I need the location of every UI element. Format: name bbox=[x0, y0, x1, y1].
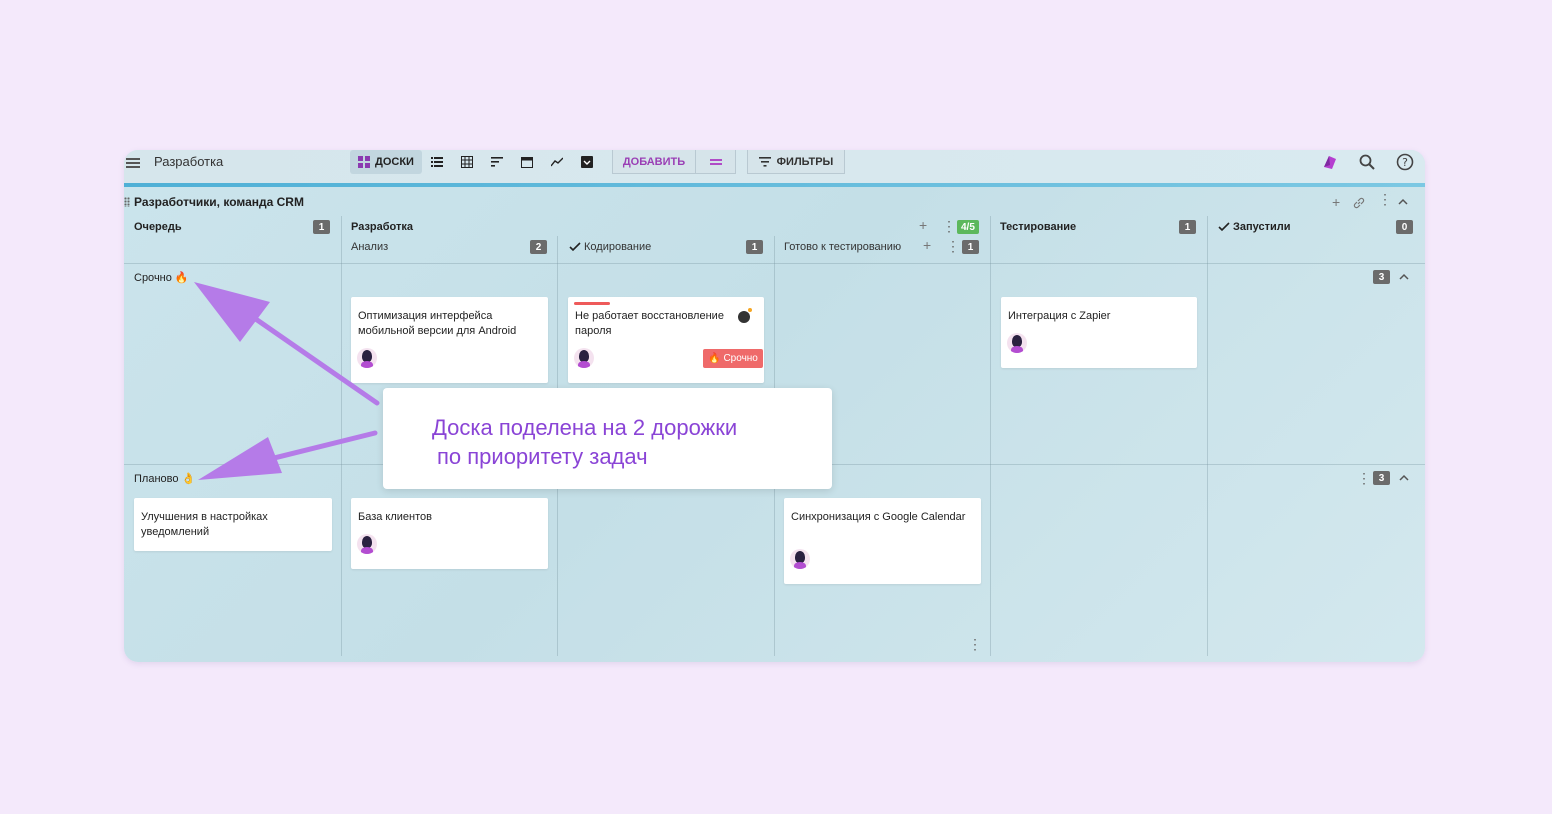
column-title-development: Разработка bbox=[351, 221, 413, 233]
help-icon[interactable]: ? bbox=[1396, 153, 1414, 171]
list-icon bbox=[430, 157, 443, 167]
task-card[interactable]: База клиентов bbox=[351, 498, 548, 569]
ok-hand-icon: 👌 bbox=[181, 473, 196, 485]
task-card[interactable]: Улучшения в настройках уведомлений bbox=[134, 498, 332, 551]
column-count-queue: 1 bbox=[313, 220, 330, 234]
avatar[interactable] bbox=[357, 534, 377, 554]
boards-icon bbox=[358, 156, 370, 168]
board-collapse-icon[interactable] bbox=[1398, 198, 1408, 206]
callout-line-2: по приоритету задач bbox=[437, 444, 648, 469]
column-separator bbox=[341, 216, 342, 656]
check-icon bbox=[569, 242, 581, 252]
table-view-button[interactable] bbox=[452, 150, 482, 174]
subcolumn-count-ready: 1 bbox=[962, 240, 979, 254]
subcolumn-title-coding: Кодирование bbox=[584, 241, 652, 253]
urgent-tag-label: Срочно bbox=[723, 353, 758, 364]
bomb-icon bbox=[738, 308, 752, 323]
board-more-icon[interactable]: ⋮ bbox=[1378, 192, 1392, 206]
drag-handle-icon[interactable] bbox=[124, 197, 130, 207]
search-icon[interactable] bbox=[1358, 153, 1376, 171]
page-title: Разработка bbox=[154, 154, 224, 169]
chart-icon bbox=[550, 157, 563, 167]
board-title: Разработчики, команда CRM bbox=[134, 195, 304, 209]
archive-view-button[interactable] bbox=[572, 150, 602, 174]
svg-text:?: ? bbox=[1402, 156, 1408, 169]
column-separator bbox=[990, 216, 991, 656]
boards-view-button[interactable]: ДОСКИ bbox=[350, 150, 422, 174]
dev-wip-badge: 4/5 bbox=[957, 220, 979, 234]
calendar-icon bbox=[520, 157, 533, 168]
urgent-tag: 🔥 Срочно bbox=[703, 349, 763, 368]
check-icon bbox=[1218, 222, 1230, 232]
column-count-testing: 1 bbox=[1179, 220, 1196, 234]
gantt-view-button[interactable] bbox=[482, 150, 512, 174]
card-text: Интеграция с Zapier bbox=[1008, 310, 1111, 322]
menu-icon[interactable] bbox=[126, 156, 142, 170]
toolbar-accent-line bbox=[124, 183, 1425, 187]
lane-title-text: Срочно bbox=[134, 271, 172, 284]
avatar[interactable] bbox=[357, 348, 377, 368]
column-more-icon[interactable]: ⋮ bbox=[968, 637, 982, 651]
task-card[interactable]: Интеграция с Zapier bbox=[1001, 297, 1197, 368]
card-text: Улучшения в настройках уведомлений bbox=[141, 511, 268, 538]
task-card[interactable]: Синхронизация с Google Calendar bbox=[784, 498, 981, 584]
calendar-view-button[interactable] bbox=[512, 150, 542, 174]
lane-count-planned: 3 bbox=[1373, 471, 1390, 485]
column-count-launched: 0 bbox=[1396, 220, 1413, 234]
filters-label: ФИЛЬТРЫ bbox=[776, 155, 834, 168]
add-button[interactable]: ДОБАВИТЬ bbox=[612, 150, 696, 174]
column-title-launched: Запустили bbox=[1233, 221, 1291, 233]
lane-collapse-icon[interactable] bbox=[1399, 474, 1409, 482]
lane-collapse-icon[interactable] bbox=[1399, 273, 1409, 281]
filter-icon bbox=[758, 156, 771, 167]
column-separator bbox=[1207, 216, 1208, 656]
lane-more-icon[interactable]: ⋮ bbox=[1357, 471, 1371, 485]
fire-icon: 🔥 bbox=[174, 272, 189, 284]
avatar[interactable] bbox=[790, 549, 810, 569]
subcolumn-count-analysis: 2 bbox=[530, 240, 547, 254]
subcolumn-title-analysis: Анализ bbox=[351, 241, 389, 253]
view-switcher: ДОСКИ bbox=[350, 150, 602, 174]
add-options-button[interactable] bbox=[696, 150, 736, 174]
lane-separator bbox=[124, 263, 1425, 264]
card-text: Синхронизация с Google Calendar bbox=[791, 511, 966, 523]
column-title-queue: Очередь bbox=[134, 221, 182, 233]
lane-title-text: Планово bbox=[134, 472, 179, 485]
equals-icon bbox=[709, 158, 722, 161]
dev-add-icon[interactable]: + bbox=[919, 217, 927, 233]
card-text: База клиентов bbox=[358, 511, 432, 523]
card-text: Не работает восстановление пароля bbox=[575, 310, 724, 337]
archive-icon bbox=[580, 156, 593, 168]
subcolumn-title-ready-for-testing: Готово к тестированию bbox=[784, 241, 902, 253]
task-card[interactable]: Оптимизация интерфейса мобильной версии … bbox=[351, 297, 548, 383]
avatar[interactable] bbox=[1007, 333, 1027, 353]
list-view-button[interactable] bbox=[422, 150, 452, 174]
gantt-icon bbox=[490, 157, 503, 167]
annotation-callout: Доска поделена на 2 дорожки по приоритет… bbox=[383, 388, 832, 489]
lane-title-planned[interactable]: Планово 👌 bbox=[134, 472, 196, 486]
callout-line-1: Доска поделена на 2 дорожки bbox=[432, 415, 738, 440]
subcolumn-count-coding: 1 bbox=[746, 240, 763, 254]
add-icon[interactable]: + bbox=[1332, 194, 1340, 210]
lane-count-urgent: 3 bbox=[1373, 270, 1390, 284]
avatar[interactable] bbox=[574, 348, 594, 368]
dev-more-icon[interactable]: ⋮ bbox=[942, 219, 956, 233]
filters-button[interactable]: ФИЛЬТРЫ bbox=[747, 150, 845, 174]
priority-bar bbox=[574, 302, 610, 305]
task-card[interactable]: Не работает восстановление пароля 🔥 Сроч… bbox=[568, 297, 764, 383]
boards-label: ДОСКИ bbox=[375, 156, 414, 168]
brand-logo-icon[interactable] bbox=[1321, 153, 1339, 171]
column-title-testing: Тестирование bbox=[1000, 221, 1077, 233]
lane-title-urgent[interactable]: Срочно 🔥 bbox=[134, 271, 189, 285]
card-text: Оптимизация интерфейса мобильной версии … bbox=[358, 310, 517, 337]
link-icon[interactable] bbox=[1353, 197, 1365, 209]
ready-add-icon[interactable]: + bbox=[923, 237, 931, 253]
table-icon bbox=[460, 156, 473, 168]
fire-icon: 🔥 bbox=[708, 353, 721, 364]
chart-view-button[interactable] bbox=[542, 150, 572, 174]
ready-more-icon[interactable]: ⋮ bbox=[946, 239, 960, 253]
